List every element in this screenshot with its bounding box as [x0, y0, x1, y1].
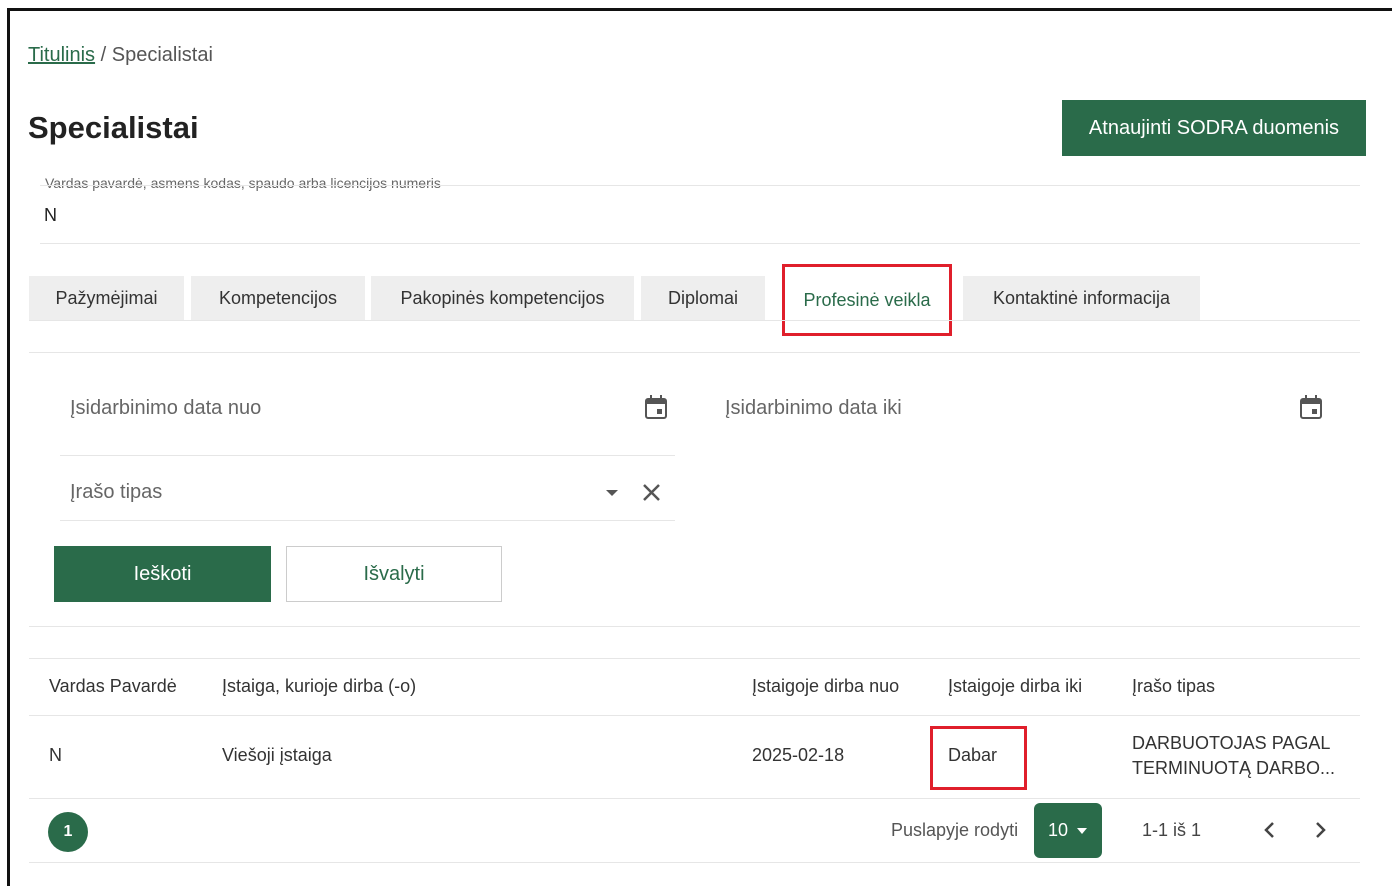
cell-type-line1: DARBUOTOJAS PAGAL [1132, 733, 1331, 753]
breadcrumb: Titulinis / Specialistai [28, 44, 213, 67]
close-icon[interactable] [641, 482, 662, 503]
breadcrumb-separator: / [95, 44, 112, 66]
search-label: Vardas pavardė, asmens kodas, spaudo arb… [45, 175, 441, 191]
per-page-label: Puslapyje rodyti [891, 820, 1019, 840]
page-button-current[interactable]: 1 [48, 812, 88, 852]
footer-divider [29, 862, 1360, 863]
breadcrumb-home-link[interactable]: Titulinis [28, 44, 95, 66]
search-underline [40, 243, 1360, 244]
table-top-divider [29, 658, 1360, 659]
tab-profesine-veikla[interactable]: Profesinė veikla [782, 264, 952, 336]
tab-diplomai[interactable]: Diplomai [641, 276, 765, 321]
refresh-sodra-button[interactable]: Atnaujinti SODRA duomenis [1062, 100, 1366, 156]
tab-kompetencijos[interactable]: Kompetencijos [191, 276, 365, 321]
chevron-down-icon[interactable] [605, 488, 619, 498]
tab-pakopines-kompetencijos[interactable]: Pakopinės kompetencijos [371, 276, 634, 321]
clear-button[interactable]: Išvalyti [286, 546, 502, 602]
column-header-from[interactable]: Įstaigoje dirba nuo [752, 676, 899, 697]
cell-from: 2025-02-18 [752, 745, 845, 765]
record-type-underline [60, 520, 675, 521]
search-input[interactable]: N [44, 205, 57, 226]
chevron-left-icon[interactable] [1263, 820, 1277, 840]
calendar-icon[interactable] [645, 395, 667, 419]
calendar-icon[interactable] [1300, 395, 1322, 419]
tab-pazymejimai[interactable]: Pažymėjimai [29, 276, 184, 321]
tabs-divider [29, 320, 1360, 321]
chevron-down-icon [1077, 827, 1088, 834]
column-header-name[interactable]: Vardas Pavardė [49, 676, 177, 697]
column-header-institution[interactable]: Įstaiga, kurioje dirba (-o) [222, 676, 416, 697]
column-header-type[interactable]: Įrašo tipas [1132, 676, 1215, 697]
chevron-right-icon[interactable] [1313, 820, 1327, 840]
column-header-to[interactable]: Įstaigoje dirba iki [948, 676, 1082, 697]
date-to-input[interactable]: Įsidarbinimo data iki [725, 397, 902, 420]
page-title: Specialistai [28, 110, 199, 145]
cell-to: Dabar [948, 745, 998, 765]
search-button[interactable]: Ieškoti [54, 546, 271, 602]
table-header-divider [29, 715, 1360, 716]
cell-type-line2: TERMINUOTĄ DARBO... [1132, 758, 1336, 778]
breadcrumb-current: Specialistai [111, 44, 213, 66]
per-page-value: 10 [1047, 820, 1069, 840]
filters-bottom-divider [29, 626, 1360, 627]
date-from-underline [60, 455, 675, 456]
cell-institution: Viešoji įstaiga [222, 745, 332, 765]
tab-kontaktine-informacija[interactable]: Kontaktinė informacija [963, 276, 1200, 321]
filters-top-divider [29, 352, 1360, 353]
divider [40, 185, 1360, 186]
page-range: 1-1 iš 1 [1142, 820, 1202, 840]
cell-name: N [49, 745, 62, 765]
date-from-input[interactable]: Įsidarbinimo data nuo [70, 397, 261, 420]
table-row-divider [29, 798, 1360, 799]
record-type-select[interactable]: Įrašo tipas [70, 481, 162, 504]
per-page-select[interactable]: 10 [1034, 803, 1102, 858]
